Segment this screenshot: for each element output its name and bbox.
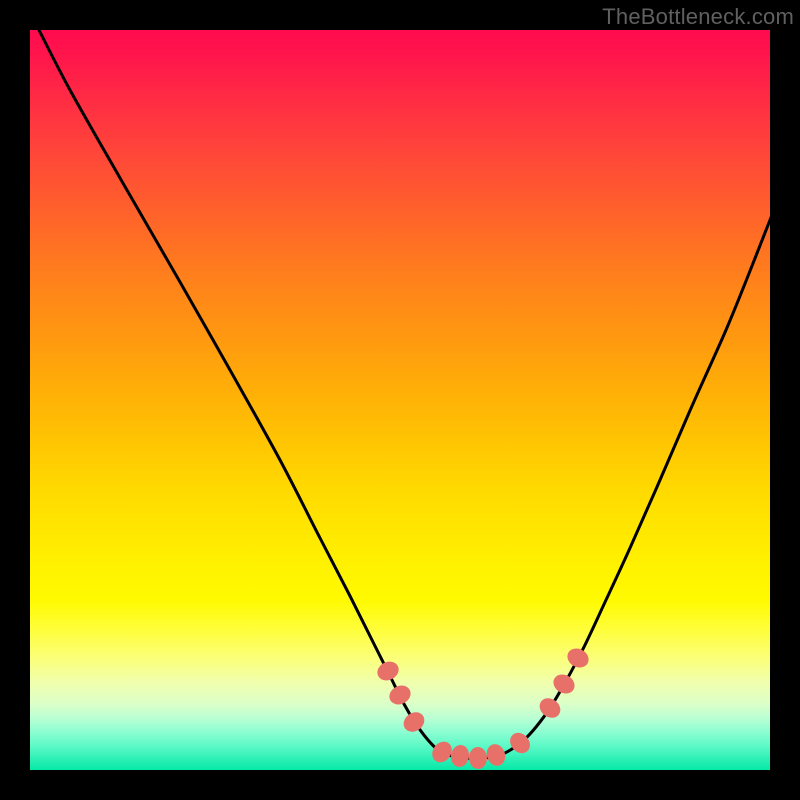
curve-marker	[550, 671, 578, 697]
curve-marker	[374, 658, 402, 684]
curve-marker	[400, 708, 428, 736]
curve-marker	[449, 744, 470, 769]
curve-marker	[536, 694, 564, 722]
curve-marker	[469, 747, 488, 769]
curve-marker	[428, 738, 456, 766]
curve-line	[39, 30, 770, 758]
curve-marker	[564, 645, 592, 671]
watermark-text: TheBottleneck.com	[602, 4, 794, 30]
plot-area	[30, 30, 770, 770]
curve-marker	[484, 742, 508, 769]
chart-frame: TheBottleneck.com	[0, 0, 800, 800]
curve-marker	[386, 682, 414, 708]
bottleneck-curve	[30, 30, 770, 770]
